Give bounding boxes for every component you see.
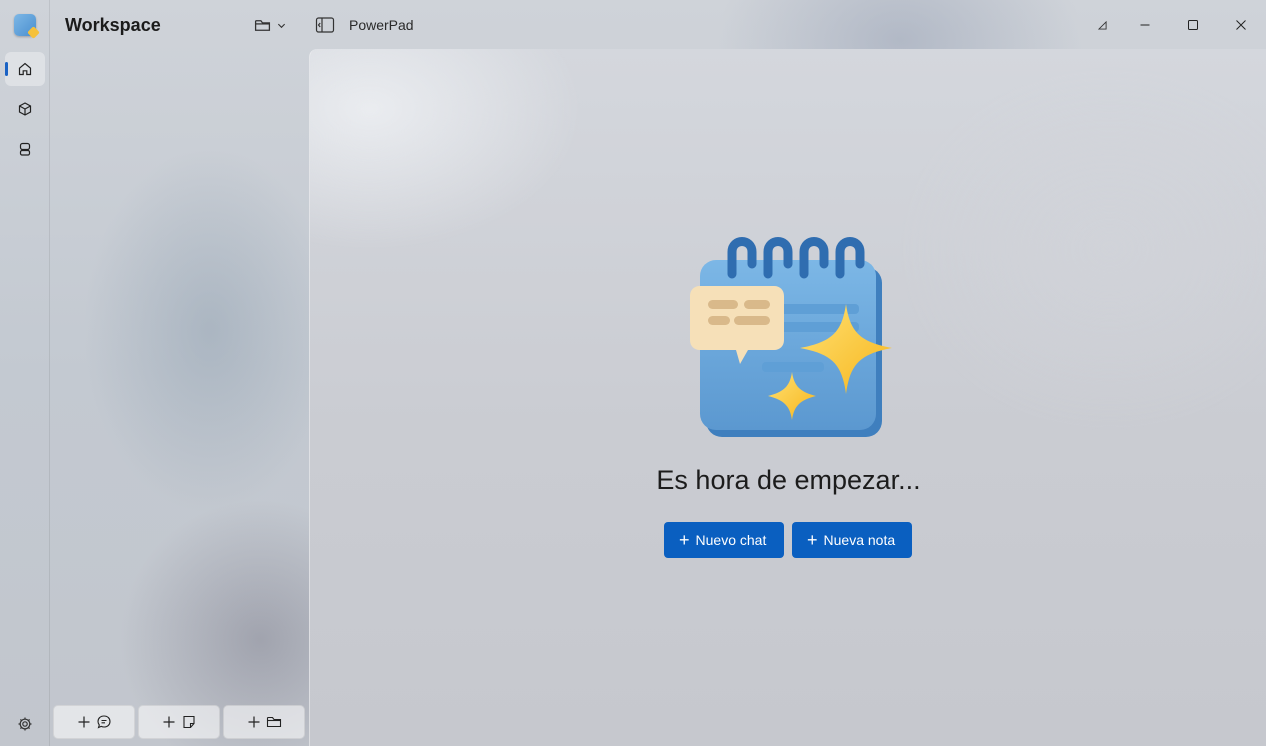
chat-bubble-icon [97, 715, 111, 729]
add-folder-button[interactable] [223, 705, 305, 739]
app-logo-icon [14, 14, 36, 36]
home-icon [18, 62, 32, 76]
minimize-icon [1140, 24, 1150, 26]
close-icon [1236, 20, 1246, 30]
plus-icon [248, 716, 260, 728]
resize-grip-icon [1097, 20, 1107, 30]
close-button[interactable] [1218, 10, 1264, 40]
workspace-title: Workspace [65, 15, 161, 35]
plus-icon: + [807, 530, 818, 550]
sidebar-actions [53, 705, 305, 739]
plus-icon [78, 716, 90, 728]
robot-icon [19, 142, 31, 156]
note-icon [183, 715, 195, 729]
folder-icon [266, 716, 282, 728]
new-chat-label: Nuevo chat [695, 532, 767, 548]
welcome-actions: + Nuevo chat + Nueva nota [664, 522, 912, 558]
notepad-sparkles-illustration [690, 237, 892, 437]
add-chat-button[interactable] [53, 705, 135, 739]
add-note-button[interactable] [138, 705, 220, 739]
toggle-sidebar-button[interactable] [315, 16, 335, 34]
welcome-headline: Es hora de empezar... [656, 465, 921, 495]
minimize-button[interactable] [1122, 10, 1168, 40]
new-note-label: Nueva nota [823, 532, 896, 548]
plus-icon: + [679, 530, 690, 550]
navigation-rail [0, 0, 50, 746]
workspace-folder-dropdown[interactable] [254, 14, 294, 36]
main-panel: Es hora de empezar... + Nuevo chat + Nue… [309, 49, 1266, 746]
settings-button[interactable] [15, 714, 35, 734]
rail-item-agents[interactable] [5, 132, 45, 166]
app-title: PowerPad [349, 17, 414, 33]
plus-icon [163, 716, 175, 728]
sidebar: Workspace [50, 0, 309, 746]
new-note-button[interactable]: + Nueva nota [792, 522, 912, 558]
folder-icon [254, 19, 271, 31]
new-chat-button[interactable]: + Nuevo chat [664, 522, 784, 558]
app-window: Workspace PowerPad Es hora de empezar...… [0, 0, 1266, 746]
sidebar-toggle-icon [315, 17, 335, 33]
maximize-icon [1188, 20, 1198, 30]
maximize-button[interactable] [1170, 10, 1216, 40]
rail-item-models[interactable] [5, 92, 45, 126]
chevron-down-icon [277, 23, 286, 28]
size-grip-button[interactable] [1079, 10, 1125, 40]
rail-item-home[interactable] [5, 52, 45, 86]
gear-icon [18, 717, 32, 731]
cube-icon [18, 102, 32, 116]
